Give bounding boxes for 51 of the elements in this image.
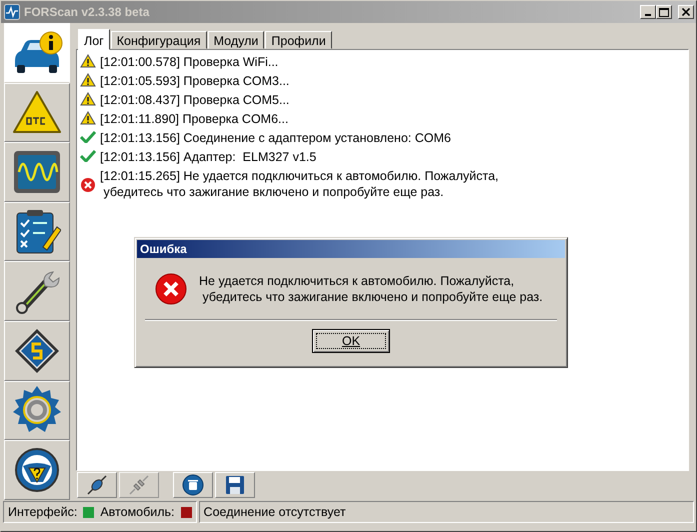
log-entry: [12:01:11.890] Проверка COM6... <box>100 111 288 127</box>
toolbar-button[interactable] <box>173 472 213 498</box>
tab[interactable]: Конфигурация <box>110 31 207 49</box>
status-label: Автомобиль: <box>100 505 175 519</box>
tab[interactable]: Профили <box>265 31 332 49</box>
close-button[interactable] <box>678 5 694 19</box>
checkmark-icon <box>80 130 96 143</box>
sidebar-item[interactable] <box>4 142 70 202</box>
log-entry: [12:01:13.156] Соединение с адаптером установлено: COM6 <box>100 130 451 146</box>
dialog-message: Не удается подключиться к автомобилю. Пожалуйста, убедитесь что зажигание включено и попробуйте еще раз. <box>199 273 543 305</box>
sidebar-item[interactable] <box>4 380 70 440</box>
log-entry: [12:01:05.593] Проверка COM3... <box>100 73 290 89</box>
status-label: Интерфейс: <box>8 505 78 519</box>
sidebar-item[interactable] <box>4 82 70 142</box>
chip-icon <box>13 326 61 375</box>
maximize-button[interactable] <box>656 5 672 19</box>
warning-icon <box>80 92 96 106</box>
window-title: FORScan v2.3.38 beta <box>24 5 150 19</box>
sidebar-item[interactable] <box>4 23 70 83</box>
warning-triangle-icon <box>12 90 62 134</box>
maximize-icon <box>659 8 669 16</box>
warning-icon <box>80 54 96 68</box>
tab[interactable]: Лог <box>78 29 110 50</box>
toolbar-button[interactable] <box>215 472 255 498</box>
sidebar-item[interactable] <box>4 202 70 262</box>
error-icon <box>80 177 96 193</box>
app-logo-icon <box>4 4 20 20</box>
unplug-icon <box>128 474 150 496</box>
log-entry: [12:01:15.265] Не удается подключиться к автомобилю. Пожалуйста, убедитесь что зажигание включено и попробуйте еще раз. <box>100 168 499 200</box>
sidebar-item[interactable] <box>4 440 70 500</box>
toolbar-button[interactable] <box>77 472 117 498</box>
plug-icon <box>86 474 108 496</box>
log-entry: [12:01:13.156] Адаптер: ELM327 v1.5 <box>100 149 316 165</box>
error-icon <box>155 273 187 305</box>
sidebar-item[interactable] <box>4 261 70 321</box>
log-entry: [12:01:00.578] Проверка WiFi... <box>100 54 278 70</box>
status-message: Соединение отсутствует <box>204 505 346 519</box>
save-icon <box>225 475 245 495</box>
close-icon <box>682 8 690 16</box>
oscilloscope-icon <box>13 150 61 194</box>
tab[interactable]: Модули <box>208 31 264 49</box>
warning-icon <box>80 111 96 125</box>
warning-icon <box>80 73 96 87</box>
dialog-title: Ошибка <box>140 242 187 256</box>
ok-button[interactable]: OK <box>312 329 390 353</box>
sidebar-item[interactable] <box>4 320 70 381</box>
trash-icon <box>182 474 204 496</box>
log-entry: [12:01:08.437] Проверка COM5... <box>100 92 290 108</box>
steering-wheel-icon <box>13 446 61 494</box>
minimize-button[interactable] <box>640 5 656 19</box>
checkmark-icon <box>80 149 96 162</box>
